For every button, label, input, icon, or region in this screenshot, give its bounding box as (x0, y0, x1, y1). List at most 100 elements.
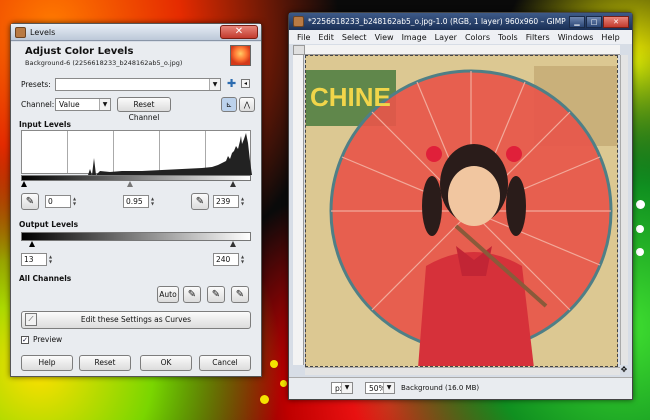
input-low-handle[interactable] (21, 181, 27, 187)
input-low-spin[interactable]: 0 ▲ ▼ (45, 195, 76, 208)
levels-window-title: Levels (30, 27, 56, 37)
output-high-handle[interactable] (230, 241, 236, 247)
black-point-picker-icon[interactable]: ✎ (21, 193, 39, 210)
curves-icon: ⟋ (25, 313, 37, 326)
preview-label: Preview (33, 335, 63, 344)
white-picker-icon[interactable]: ✎ (231, 286, 249, 303)
decor-dot (636, 225, 644, 233)
decor-dot (270, 360, 278, 368)
output-low-value: 13 (24, 255, 34, 264)
menu-help[interactable]: Help (601, 33, 619, 42)
horizontal-scrollbar[interactable] (305, 367, 620, 375)
image-window-title: *2256618233_b248162ab5_o.jpg-1.0 (RGB, 1… (308, 17, 566, 26)
output-low-spin[interactable]: 13 ▲ ▼ (21, 253, 52, 266)
spin-arrows-icon[interactable]: ▲ ▼ (71, 196, 78, 207)
output-high-spin[interactable]: 240 ▲ ▼ (213, 253, 244, 266)
white-point-picker-icon[interactable]: ✎ (191, 193, 209, 210)
levels-dialog: Levels ✕ Adjust Color Levels Background-… (10, 23, 262, 377)
vertical-ruler[interactable] (293, 55, 304, 365)
output-high-value: 240 (216, 255, 231, 264)
edit-as-curves-button[interactable]: ⟋ Edit these Settings as Curves (21, 311, 251, 329)
channel-combo[interactable]: Value ▼ (55, 98, 111, 111)
horizontal-ruler[interactable] (305, 45, 620, 55)
levels-body: Adjust Color Levels Background-6 (225661… (11, 42, 261, 376)
output-gradient-bar (21, 232, 251, 241)
maximize-icon[interactable]: □ (586, 15, 602, 28)
input-gamma-value: 0.95 (126, 197, 143, 206)
spin-arrows-icon[interactable]: ▲ ▼ (239, 196, 246, 207)
preview-checkbox[interactable]: ✓ (21, 336, 29, 344)
gimp-icon (293, 16, 304, 27)
menubar: File Edit Select View Image Layer Colors… (289, 30, 632, 44)
menu-select[interactable]: Select (342, 33, 367, 42)
gray-picker-icon[interactable]: ✎ (207, 286, 225, 303)
image-titlebar[interactable]: *2256618233_b248162ab5_o.jpg-1.0 (RGB, 1… (289, 13, 632, 30)
menu-filters[interactable]: Filters (526, 33, 550, 42)
menu-edit[interactable]: Edit (318, 33, 334, 42)
edit-as-curves-label: Edit these Settings as Curves (80, 315, 192, 324)
status-bar: px ▼ 50% ▼ Background (16.0 MB) (289, 377, 632, 399)
unit-combo[interactable]: px ▼ (331, 382, 353, 394)
spin-arrows-icon[interactable]: ▲ ▼ (47, 254, 54, 265)
image-window: *2256618233_b248162ab5_o.jpg-1.0 (RGB, 1… (288, 12, 633, 400)
input-low-value: 0 (48, 197, 53, 206)
dialog-heading: Adjust Color Levels (25, 46, 134, 57)
chevron-down-icon: ▼ (99, 99, 110, 110)
input-levels-label: Input Levels (19, 120, 71, 129)
decor-dot (636, 248, 644, 256)
zoom-combo[interactable]: 50% ▼ (365, 382, 395, 394)
input-gamma-spin[interactable]: 0.95 ▲ ▼ (123, 195, 154, 208)
decor-dot (636, 200, 645, 209)
presets-label: Presets: (21, 80, 51, 89)
auto-button[interactable]: Auto (157, 286, 179, 303)
menu-view[interactable]: View (375, 33, 394, 42)
menu-layer[interactable]: Layer (435, 33, 457, 42)
decor-dot (260, 395, 269, 404)
log-histogram-icon[interactable]: ⋀ (239, 97, 255, 112)
reset-button[interactable]: Reset (79, 355, 131, 371)
input-gradient-bar (21, 175, 251, 181)
minimize-icon[interactable]: ▁ (569, 15, 585, 28)
add-preset-icon[interactable]: ✚ (227, 78, 236, 90)
dialog-subheading: Background-6 (2256618233_b248162ab5_o.jp… (25, 59, 183, 67)
black-picker-icon[interactable]: ✎ (183, 286, 201, 303)
photo-sign-text: CHINE (310, 82, 391, 112)
close-icon[interactable]: ✕ (603, 15, 629, 28)
decor-dot (280, 380, 287, 387)
histogram (21, 130, 252, 175)
output-low-handle[interactable] (29, 241, 35, 247)
image-canvas[interactable]: CHINE (305, 55, 618, 367)
menu-image[interactable]: Image (402, 33, 427, 42)
channel-value: Value (59, 100, 80, 109)
photo: CHINE (306, 56, 617, 366)
menu-windows[interactable]: Windows (558, 33, 594, 42)
linear-histogram-icon[interactable]: ⊾ (221, 97, 237, 112)
help-button[interactable]: Help (21, 355, 73, 371)
ruler-corner[interactable] (293, 45, 305, 55)
close-icon[interactable]: ✕ (220, 25, 258, 39)
levels-titlebar[interactable]: Levels ✕ (11, 24, 261, 41)
histogram-graph (22, 133, 252, 175)
input-high-handle[interactable] (230, 181, 236, 187)
chevron-down-icon: ▼ (209, 79, 220, 90)
presets-combo[interactable]: ▼ (55, 78, 221, 91)
preset-menu-icon[interactable]: ◂ (241, 79, 250, 88)
cancel-button[interactable]: Cancel (199, 355, 251, 371)
menu-file[interactable]: File (297, 33, 310, 42)
input-gamma-handle[interactable] (127, 181, 133, 187)
reset-channel-button[interactable]: Reset Channel (117, 97, 171, 122)
chevron-down-icon: ▼ (383, 383, 394, 393)
image-thumbnail (230, 45, 251, 66)
input-high-spin[interactable]: 239 ▲ ▼ (213, 195, 244, 208)
navigate-icon[interactable]: ✥ (619, 365, 629, 375)
channel-label: Channel: (21, 100, 55, 109)
menu-tools[interactable]: Tools (498, 33, 518, 42)
spin-arrows-icon[interactable]: ▲ ▼ (239, 254, 246, 265)
vertical-scrollbar[interactable] (620, 55, 628, 365)
output-levels-label: Output Levels (19, 220, 79, 229)
ok-button[interactable]: OK (140, 355, 192, 371)
chevron-down-icon: ▼ (341, 383, 352, 393)
menu-colors[interactable]: Colors (465, 33, 490, 42)
spin-arrows-icon[interactable]: ▲ ▼ (149, 196, 156, 207)
input-high-value: 239 (216, 197, 231, 206)
